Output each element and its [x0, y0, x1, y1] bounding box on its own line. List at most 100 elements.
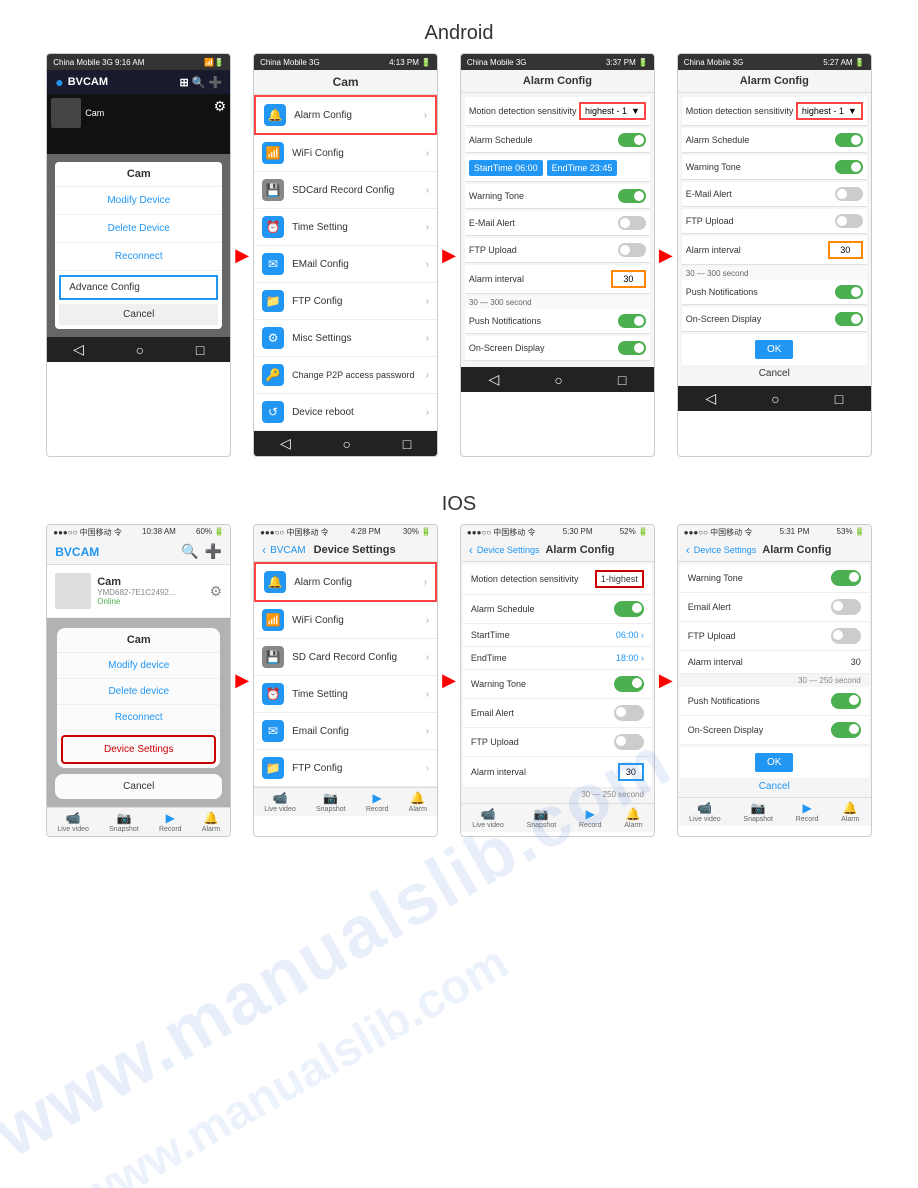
ios-endtime-value[interactable]: 18:00 ›	[616, 653, 644, 663]
ok-button-android[interactable]: OK	[755, 340, 793, 359]
alarm-interval-input-4[interactable]: 30	[828, 241, 863, 259]
ios-ftp-upload-toggle-4[interactable]	[831, 628, 861, 644]
warning-tone-toggle-4[interactable]	[835, 160, 863, 174]
ios-device-settings[interactable]: Device Settings	[61, 735, 216, 764]
home-nav-2[interactable]: ○	[342, 436, 350, 452]
alarm-config-item[interactable]: 🔔 Alarm Config ›	[254, 95, 437, 135]
ios-email-config[interactable]: ✉ Email Config ›	[254, 713, 437, 750]
ios-ftp-upload-toggle[interactable]	[614, 734, 644, 750]
cancel-text[interactable]: Cancel	[682, 365, 867, 382]
ios-tab-livevideo-3[interactable]: 📹 Live video	[472, 807, 504, 829]
ios-tab-livevideo-4[interactable]: 📹 Live video	[689, 801, 721, 823]
warning-tone-toggle[interactable]	[618, 189, 646, 203]
on-screen-toggle-4[interactable]	[835, 312, 863, 326]
ios-tab-record-2[interactable]: ▶ Record	[366, 791, 389, 813]
misc-settings-item[interactable]: ⚙ Misc Settings ›	[254, 320, 437, 357]
ios-tab-snapshot[interactable]: 📷 Snapshot	[109, 811, 139, 833]
ios-reconnect[interactable]: Reconnect	[57, 705, 220, 731]
email-alert-toggle-4[interactable]	[835, 187, 863, 201]
ios-email-alert-toggle-4[interactable]	[831, 599, 861, 615]
ios-sdcard-config[interactable]: 💾 SD Card Record Config ›	[254, 639, 437, 676]
ios-tab-alarm-2[interactable]: 🔔 Alarm	[409, 791, 427, 813]
home-nav-4[interactable]: ○	[771, 391, 779, 407]
ios-time-setting[interactable]: ⏰ Time Setting ›	[254, 676, 437, 713]
sdcard-config-item[interactable]: 💾 SDCard Record Config ›	[254, 172, 437, 209]
recent-nav-4[interactable]: □	[835, 391, 843, 407]
ios-sensitivity-dropdown[interactable]: 1-highest	[595, 570, 644, 588]
p2p-access-item[interactable]: 🔑 Change P2P access password ›	[254, 357, 437, 394]
reconnect-item[interactable]: Reconnect	[55, 243, 222, 271]
ios-ok-button[interactable]: OK	[755, 753, 793, 772]
ios-modify-device[interactable]: Modify device	[57, 653, 220, 679]
ios-back-arrow-4[interactable]: ‹	[686, 543, 690, 557]
ios-warning-tone-toggle[interactable]	[614, 676, 644, 692]
ios-delete-device[interactable]: Delete device	[57, 679, 220, 705]
push-notif-toggle-4[interactable]	[835, 285, 863, 299]
alarm-interval-input[interactable]: 30	[611, 270, 646, 288]
cancel-item[interactable]: Cancel	[59, 304, 218, 325]
ios-ftp-config[interactable]: 📁 FTP Config ›	[254, 750, 437, 787]
advance-config-item[interactable]: Advance Config	[59, 275, 218, 300]
ftp-upload-toggle[interactable]	[618, 243, 646, 257]
search-icon-ios[interactable]: 🔍	[181, 543, 198, 560]
ios-tab-alarm-3[interactable]: 🔔 Alarm	[624, 807, 642, 829]
ios-tab-record[interactable]: ▶ Record	[159, 811, 182, 833]
back-nav[interactable]: ◁	[73, 341, 84, 358]
ios-tab-alarm-4[interactable]: 🔔 Alarm	[841, 801, 859, 823]
ios-back-arrow-2[interactable]: ‹	[262, 543, 266, 557]
ios-push-notif-toggle-4[interactable]	[831, 693, 861, 709]
add-icon-ios[interactable]: ➕	[205, 543, 222, 560]
ios-on-screen-toggle-4[interactable]	[831, 722, 861, 738]
ios-back-arrow-3[interactable]: ‹	[469, 543, 473, 557]
ftp-config-item[interactable]: 📁 FTP Config ›	[254, 283, 437, 320]
ios-cancel-text[interactable]: Cancel	[680, 778, 869, 795]
settings-icon[interactable]: ⚙	[214, 98, 227, 115]
ios-back-label-2[interactable]: BVCAM	[270, 545, 306, 556]
recent-nav[interactable]: □	[196, 342, 204, 358]
ios-cancel[interactable]: Cancel	[55, 774, 222, 799]
time-setting-item[interactable]: ⏰ Time Setting ›	[254, 209, 437, 246]
device-reboot-item[interactable]: ↺ Device reboot ›	[254, 394, 437, 431]
ios-alarm-config[interactable]: 🔔 Alarm Config ›	[254, 562, 437, 602]
home-nav[interactable]: ○	[136, 342, 144, 358]
record-icon-3: ▶	[586, 807, 595, 821]
home-nav-3[interactable]: ○	[554, 372, 562, 388]
ios-alarm-interval-input[interactable]: 30	[618, 763, 644, 781]
alarm-schedule-toggle[interactable]	[618, 133, 646, 147]
settings-gear-ios[interactable]: ⚙	[210, 583, 223, 600]
recent-nav-2[interactable]: □	[403, 436, 411, 452]
ftp-upload-toggle-4[interactable]	[835, 214, 863, 228]
ios-back-label-4[interactable]: Device Settings	[694, 545, 757, 555]
start-time-box[interactable]: StartTime 06:00	[469, 160, 543, 176]
ios-tab-livevideo-2[interactable]: 📹 Live video	[264, 791, 296, 813]
end-time-box[interactable]: EndTime 23:45	[547, 160, 618, 176]
ios-tab-snapshot-3[interactable]: 📷 Snapshot	[527, 807, 557, 829]
ios-back-label-3[interactable]: Device Settings	[477, 545, 540, 555]
ios-wifi-config[interactable]: 📶 WiFi Config ›	[254, 602, 437, 639]
ios-tab-record-3[interactable]: ▶ Record	[579, 807, 602, 829]
sensitivity-dropdown[interactable]: highest - 1 ▼	[579, 102, 646, 120]
recent-nav-3[interactable]: □	[618, 372, 626, 388]
alarm-schedule-toggle-4[interactable]	[835, 133, 863, 147]
wifi-config-item[interactable]: 📶 WiFi Config ›	[254, 135, 437, 172]
ios-tab-livevideo[interactable]: 📹 Live video	[57, 811, 89, 833]
ios-email-alert-toggle[interactable]	[614, 705, 644, 721]
back-nav-3[interactable]: ◁	[488, 371, 499, 388]
ios-tab-alarm[interactable]: 🔔 Alarm	[202, 811, 220, 833]
on-screen-toggle[interactable]	[618, 341, 646, 355]
email-config-item[interactable]: ✉ EMail Config ›	[254, 246, 437, 283]
ios-tab-record-4[interactable]: ▶ Record	[796, 801, 819, 823]
ios-alarm-schedule-toggle[interactable]	[614, 601, 644, 617]
ios-motion-row: Motion detection sensitivity 1-highest	[463, 564, 652, 595]
email-alert-toggle[interactable]	[618, 216, 646, 230]
push-notif-toggle[interactable]	[618, 314, 646, 328]
delete-device-item[interactable]: Delete Device	[55, 215, 222, 243]
ios-tab-snapshot-4[interactable]: 📷 Snapshot	[743, 801, 773, 823]
back-nav-4[interactable]: ◁	[705, 390, 716, 407]
modify-device-item[interactable]: Modify Device	[55, 187, 222, 215]
back-nav-2[interactable]: ◁	[280, 435, 291, 452]
sensitivity-dropdown-4[interactable]: highest - 1 ▼	[796, 102, 863, 120]
ios-starttime-value[interactable]: 06:00 ›	[616, 630, 644, 640]
ios-warning-tone-toggle-4[interactable]	[831, 570, 861, 586]
ios-tab-snapshot-2[interactable]: 📷 Snapshot	[316, 791, 346, 813]
